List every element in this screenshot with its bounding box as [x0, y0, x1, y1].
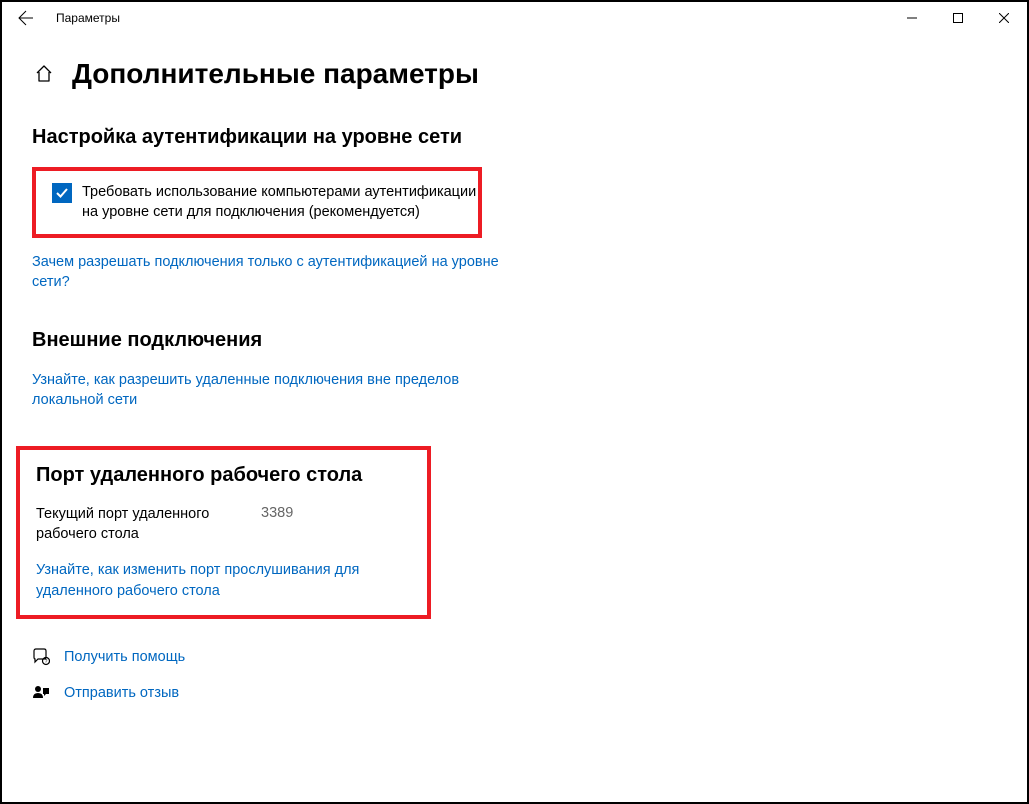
titlebar: Параметры	[2, 2, 1027, 34]
port-row: Текущий порт удаленного рабочего стола 3…	[36, 505, 411, 544]
arrow-left-icon	[18, 10, 34, 26]
nla-checkbox-row: Требовать использование компьютерами аут…	[52, 183, 482, 222]
external-heading: Внешние подключения	[32, 329, 997, 352]
help-icon: ?	[32, 648, 50, 666]
page-title: Дополнительные параметры	[72, 58, 479, 90]
port-help-link[interactable]: Узнайте, как изменить порт прослушивания…	[36, 560, 411, 601]
port-highlight: Порт удаленного рабочего стола Текущий п…	[16, 446, 431, 619]
nla-help-link[interactable]: Зачем разрешать подключения только с аут…	[32, 252, 512, 293]
window-controls	[889, 2, 1027, 34]
check-icon	[55, 186, 69, 200]
footer-links: ? Получить помощь Отправить отзыв	[32, 647, 997, 704]
window-title: Параметры	[56, 11, 120, 25]
nla-heading: Настройка аутентификации на уровне сети	[32, 126, 997, 149]
port-current-value: 3389	[261, 505, 293, 521]
maximize-button[interactable]	[935, 2, 981, 34]
port-current-label: Текущий порт удаленного рабочего стола	[36, 505, 211, 544]
close-icon	[999, 13, 1009, 23]
maximize-icon	[953, 13, 963, 23]
svg-text:?: ?	[45, 659, 48, 665]
feedback-icon	[32, 684, 50, 702]
close-button[interactable]	[981, 2, 1027, 34]
feedback-link[interactable]: Отправить отзыв	[64, 683, 179, 703]
external-help-link[interactable]: Узнайте, как разрешить удаленные подключ…	[32, 370, 512, 411]
nla-checkbox[interactable]	[52, 183, 72, 203]
nla-section: Настройка аутентификации на уровне сети …	[32, 126, 997, 293]
content-area: Дополнительные параметры Настройка аутен…	[2, 34, 1027, 704]
get-help-link[interactable]: Получить помощь	[64, 647, 185, 667]
port-heading: Порт удаленного рабочего стола	[36, 464, 411, 487]
nla-highlight: Требовать использование компьютерами аут…	[32, 167, 482, 238]
nla-checkbox-label: Требовать использование компьютерами аут…	[82, 183, 482, 222]
page-header: Дополнительные параметры	[32, 58, 997, 90]
minimize-button[interactable]	[889, 2, 935, 34]
minimize-icon	[907, 13, 917, 23]
home-button[interactable]	[32, 62, 56, 86]
feedback-item: Отправить отзыв	[32, 683, 997, 703]
external-section: Внешние подключения Узнайте, как разреши…	[32, 329, 997, 411]
back-button[interactable]	[8, 2, 44, 34]
home-icon	[34, 64, 54, 84]
get-help-item: ? Получить помощь	[32, 647, 997, 667]
